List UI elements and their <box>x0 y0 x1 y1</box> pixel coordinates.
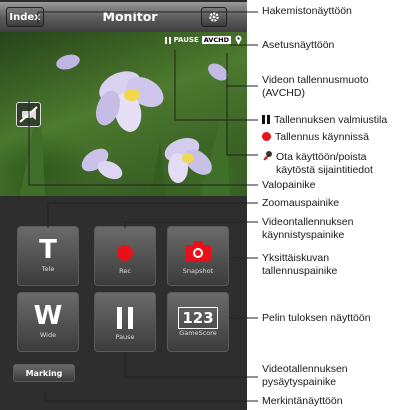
annotation-location-text1: Ota käyttöön/poista <box>276 151 367 163</box>
annotation-recording-in-progress-text: Tallennus käynnissä <box>275 131 369 143</box>
camera-icon <box>185 241 211 261</box>
annotation-video-pause-line1: Videotallennuksen <box>262 363 348 375</box>
annotation-video-pause-line2: pysäytyspainike <box>262 375 337 388</box>
location-pin-icon <box>263 151 272 161</box>
wide-zoom-button[interactable]: W Wide <box>17 292 79 352</box>
gear-icon <box>209 12 219 22</box>
monitor-title: Monitor <box>102 9 158 24</box>
annotation-game-score: Pelin tuloksen näyttöön <box>262 312 371 324</box>
light-icon <box>19 106 38 123</box>
annotation-video-start: Videontallennuksen käynnistyspainike <box>262 216 353 241</box>
annotation-location-toggle: Ota käyttöön/poista käytöstä sijaintitie… <box>262 150 373 176</box>
annotation-settings-screen: Asetusnäyttöön <box>262 39 335 51</box>
annotation-video-format-line2: (AVCHD) <box>262 86 305 99</box>
annotation-zoom-button: Zoomauspainike <box>262 197 340 209</box>
light-button[interactable] <box>16 102 41 127</box>
pause-symbol-icon <box>262 115 270 124</box>
record-button[interactable]: Rec <box>94 226 156 286</box>
annotation-snapshot: Yksittäiskuvan tallennuspainike <box>262 252 337 277</box>
camera-preview: PAUSE AVCHD <box>0 32 247 196</box>
annotation-video-format-line1: Videon tallennusmuoto <box>262 74 369 86</box>
index-button[interactable]: Index <box>6 7 44 27</box>
record-dot-icon <box>117 245 133 261</box>
tele-label: Tele <box>41 265 55 273</box>
annotation-video-start-line2: käynnistyspainike <box>262 228 345 241</box>
record-symbol-icon <box>262 132 271 141</box>
snapshot-button[interactable]: Snapshot <box>167 226 229 286</box>
control-panel: T Tele W Wide Rec Pause Snapshot 123 Gam… <box>0 196 247 410</box>
marking-button[interactable]: Marking <box>13 364 75 382</box>
annotation-location-text2: käytöstä sijaintitiedot <box>276 163 373 176</box>
wide-label: Wide <box>39 331 57 339</box>
game-score-digits: 123 <box>178 307 218 329</box>
status-bar: PAUSE AVCHD <box>164 34 243 46</box>
tele-zoom-button[interactable]: T Tele <box>17 226 79 286</box>
annotation-recording-standby: Tallennuksen valmiustila <box>262 114 387 127</box>
rec-label: Rec <box>119 267 131 275</box>
tele-letter: T <box>39 235 57 265</box>
wide-letter: W <box>33 301 63 331</box>
annotation-location-line1: Ota käyttöön/poista <box>262 150 373 164</box>
game-score-button[interactable]: 123 GameScore <box>167 292 229 352</box>
snapshot-label: Snapshot <box>182 267 214 275</box>
pause-standby-icon <box>164 36 171 44</box>
pause-button[interactable]: Pause <box>94 292 156 352</box>
annotation-snapshot-line1: Yksittäiskuvan <box>262 252 330 264</box>
pause-icon <box>117 307 133 329</box>
location-icon[interactable] <box>234 35 243 45</box>
game-score-label: GameScore <box>179 329 217 337</box>
annotation-recording-standby-text: Tallennuksen valmiustila <box>274 114 388 126</box>
annotation-light-button: Valopainike <box>262 179 316 191</box>
annotation-video-pause: Videotallennuksen pysäytyspainike <box>262 363 348 388</box>
pause-status-text: PAUSE <box>173 36 199 44</box>
annotation-video-format: Videon tallennusmuoto (AVCHD) <box>262 74 369 99</box>
phone-screen: Index Monitor PAUSE AVCHD T Tele W Wide … <box>0 0 247 410</box>
top-bar: Index Monitor <box>0 2 247 33</box>
settings-button[interactable] <box>201 7 227 27</box>
format-badge: AVCHD <box>201 36 231 44</box>
pause-label: Pause <box>115 333 135 341</box>
annotation-index-screen: Hakemistonäyttöön <box>262 5 352 17</box>
annotation-marking-screen: Merkintänäyttöön <box>262 395 343 407</box>
annotation-snapshot-line2: tallennuspainike <box>262 264 338 277</box>
annotation-video-start-line1: Videontallennuksen <box>262 216 354 228</box>
annotation-recording-in-progress: Tallennus käynnissä <box>262 131 369 144</box>
